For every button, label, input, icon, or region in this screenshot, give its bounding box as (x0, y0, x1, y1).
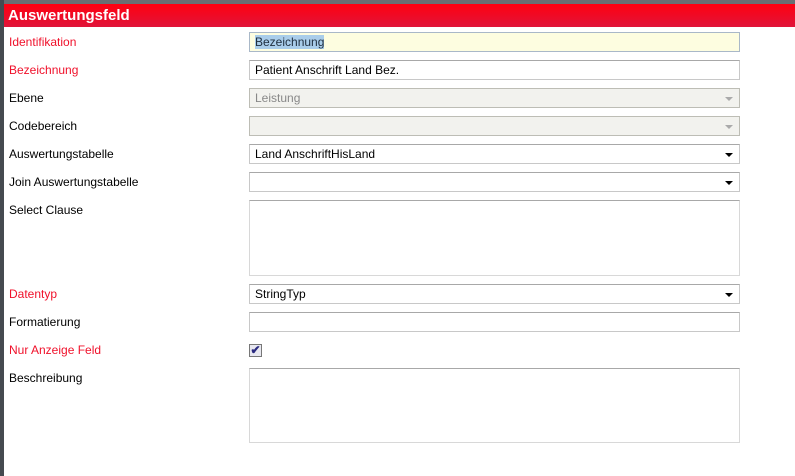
select-clause-textarea[interactable] (249, 200, 740, 276)
auswertungstabelle-label: Auswertungstabelle (9, 147, 114, 161)
join-auswertungstabelle-label: Join Auswertungstabelle (9, 175, 139, 189)
formatierung-label: Formatierung (9, 315, 81, 329)
auswertungstabelle-select[interactable]: Land AnschriftHisLand (249, 144, 740, 164)
codebereich-select[interactable] (249, 116, 740, 136)
beschreibung-textarea[interactable] (249, 368, 740, 443)
identifikation-input[interactable]: Bezeichnung (249, 32, 740, 52)
join-auswertungstabelle-select[interactable] (249, 172, 740, 192)
window-left-border (0, 0, 4, 476)
panel-title: Auswertungsfeld (4, 4, 795, 27)
ebene-select[interactable]: Leistung (249, 88, 740, 108)
bezeichnung-label: Bezeichnung (9, 63, 79, 77)
identifikation-value: Bezeichnung (255, 35, 325, 49)
nur-anzeige-feld-label: Nur Anzeige Feld (9, 343, 102, 357)
datentyp-select[interactable]: StringTyp (249, 284, 740, 304)
identifikation-label: Identifikation (9, 35, 77, 49)
ebene-label: Ebene (9, 91, 44, 105)
beschreibung-label: Beschreibung (9, 371, 83, 385)
checkmark-icon: ✔ (250, 343, 261, 357)
datentyp-label: Datentyp (9, 287, 58, 301)
bezeichnung-input[interactable]: Patient Anschrift Land Bez. (249, 60, 740, 80)
select-clause-label: Select Clause (9, 203, 84, 217)
codebereich-label: Codebereich (9, 119, 78, 133)
formatierung-input[interactable] (249, 312, 740, 332)
nur-anzeige-feld-checkbox[interactable]: ✔ (249, 344, 262, 357)
